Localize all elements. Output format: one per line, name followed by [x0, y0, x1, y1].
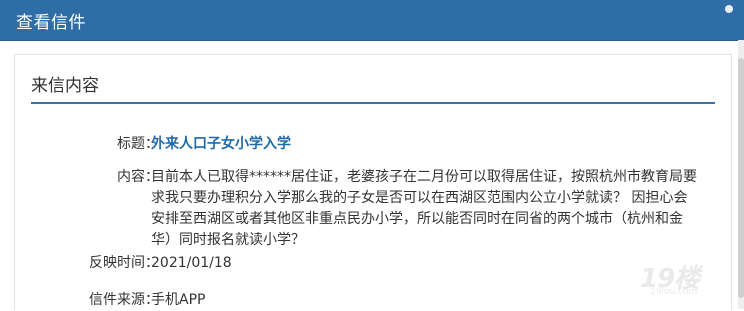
watermark-sub: 19lou.com: [650, 287, 698, 297]
source-label: 信件来源：: [89, 292, 159, 308]
section-divider: [31, 102, 715, 104]
date-value: 2021/01/18: [151, 255, 232, 271]
subject-value: 外来人口子女小学入学: [151, 136, 291, 152]
dialog-title: 查看信件: [16, 13, 86, 33]
scrollbar-thumb[interactable]: [738, 58, 744, 298]
section-title: 来信内容: [31, 76, 99, 96]
scrollbar[interactable]: [738, 40, 744, 309]
watermark-logo: 19楼 19lou.com: [640, 258, 726, 300]
date-label: 反映时间：: [89, 255, 159, 271]
close-icon[interactable]: [722, 2, 736, 16]
content-value: 目前本人已取得******居住证，老婆孩子在二月份可以取得居住证，按照杭州市教育…: [151, 169, 697, 248]
letter-content-panel: 来信内容 标题： 外来人口子女小学入学 内容： 目前本人已取得******居住证…: [14, 54, 732, 310]
dialog-title-bar: 查看信件: [0, 0, 744, 41]
source-value: 手机APP: [151, 292, 206, 308]
